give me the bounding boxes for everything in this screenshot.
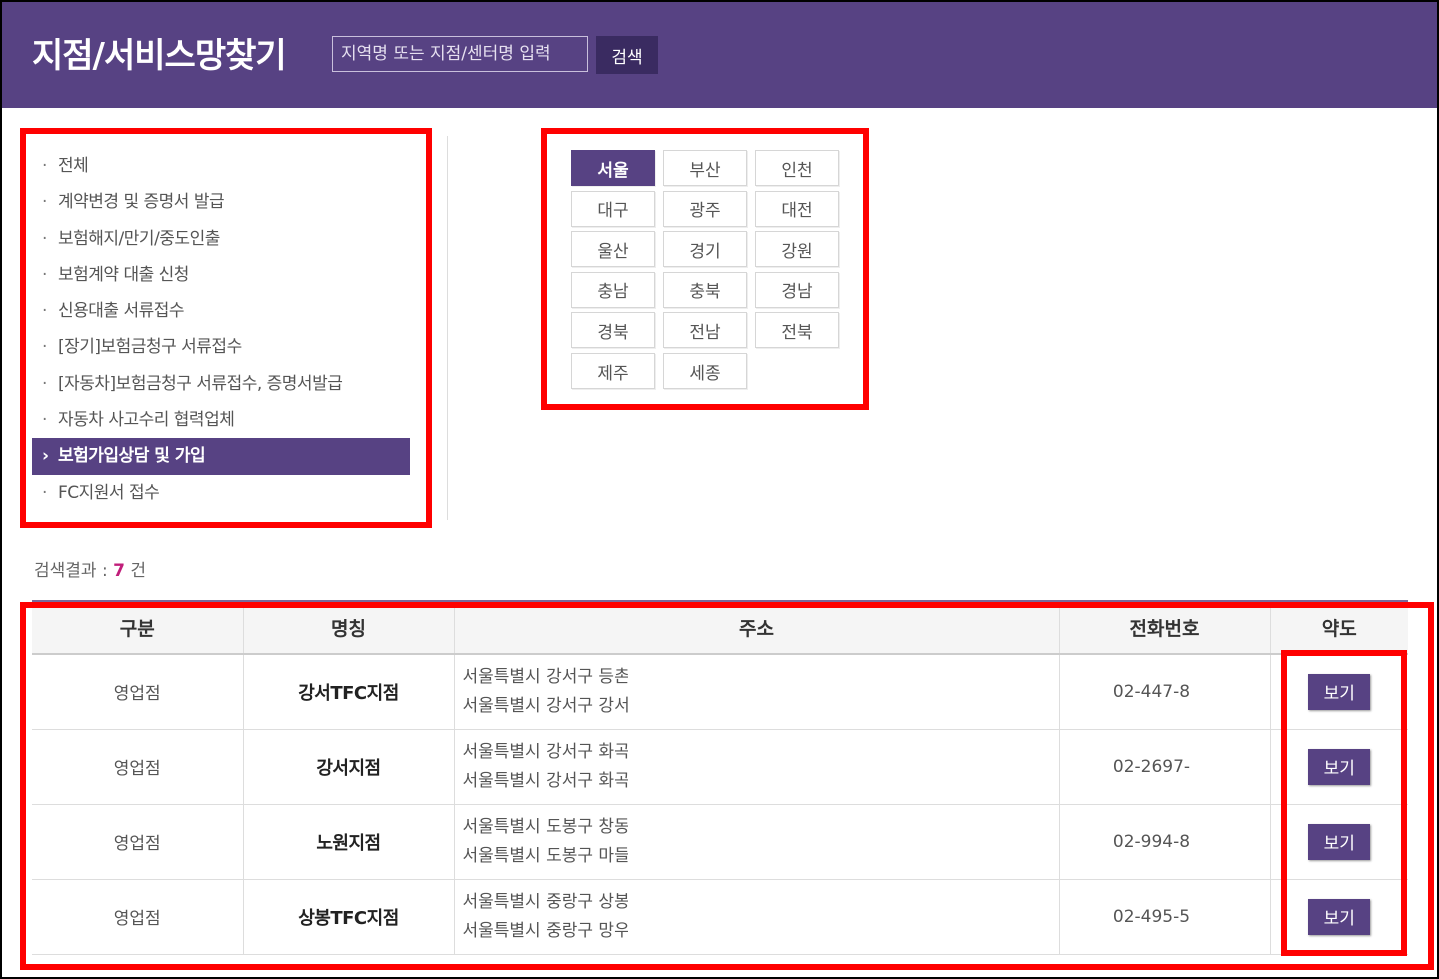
cell-type: 영업점: [32, 879, 243, 955]
category-item[interactable]: [자동차]보험금청구 서류접수, 증명서발급: [32, 366, 410, 402]
table-body: 영업점 강서TFC지점 서울특별시 강서구 등촌 서울특별시 강서구 강서 02-447…: [32, 654, 1408, 955]
cell-name: 노원지점: [242, 804, 454, 880]
cell-map: 보기: [1269, 879, 1408, 955]
region-button[interactable]: 강원: [755, 231, 839, 268]
cell-phone: 02-994-8: [1058, 804, 1270, 880]
category-list: 전체계약변경 및 증명서 발급보험해지/만기/중도인출보험계약 대출 신청신용대…: [32, 148, 410, 511]
map-view-button[interactable]: 보기: [1308, 898, 1371, 935]
category-item[interactable]: 보험계약 대출 신청: [32, 257, 410, 293]
region-button[interactable]: 경남: [755, 271, 839, 308]
region-button[interactable]: 광주: [663, 190, 747, 227]
table-row: 영업점 강서지점 서울특별시 강서구 화곡 서울특별시 강서구 화곡 02-2697- 보…: [32, 729, 1408, 805]
results-table: 구분 명칭 주소 전화번호 약도 영업점 강서TFC지점 서울특별시 강서구 등촌 서…: [32, 602, 1408, 955]
category-item[interactable]: FC지원서 접수: [32, 475, 410, 511]
result-number: 7: [113, 561, 125, 581]
address-line-2: 서울특별시 중랑구 망우: [462, 920, 628, 941]
search-button[interactable]: 검색: [596, 36, 658, 74]
cell-map: 보기: [1269, 654, 1408, 730]
header-type: 구분: [32, 602, 243, 655]
header-phone: 전화번호: [1058, 602, 1270, 655]
region-button[interactable]: 울산: [571, 231, 655, 268]
phone-number: 02-495-5: [1112, 906, 1191, 927]
category-item[interactable]: [장기]보험금청구 서류접수: [32, 329, 410, 365]
phone-number: 02-994-8: [1112, 831, 1191, 852]
cell-address: 서울특별시 강서구 등촌서울특별시 강서구 강서: [453, 654, 1059, 730]
divider: [447, 136, 448, 520]
cell-map: 보기: [1269, 804, 1408, 880]
cell-phone: 02-447-8: [1058, 654, 1270, 730]
category-item[interactable]: 계약변경 및 증명서 발급: [32, 184, 410, 220]
address-line-2: 서울특별시 도봉구 마들: [462, 845, 628, 866]
address-line-1: 서울특별시 강서구 화곡: [462, 741, 628, 762]
address-line-2: 서울특별시 강서구 화곡: [462, 770, 628, 791]
cell-type: 영업점: [32, 729, 243, 805]
region-button[interactable]: 제주: [571, 353, 655, 389]
header-name: 명칭: [242, 602, 454, 655]
address-line-1: 서울특별시 도봉구 창동: [462, 816, 628, 837]
region-button[interactable]: 대구: [571, 190, 655, 227]
region-button[interactable]: 대전: [755, 190, 839, 227]
phone-number: 02-447-8: [1112, 681, 1191, 702]
header-bar: 지점/서비스망찾기 검색: [2, 2, 1437, 108]
category-item[interactable]: 보험해지/만기/중도인출: [32, 221, 410, 257]
cell-phone: 02-495-5: [1058, 879, 1270, 955]
category-item[interactable]: 신용대출 서류접수: [32, 293, 410, 329]
region-button[interactable]: 전북: [755, 312, 839, 349]
cell-address: 서울특별시 도봉구 창동서울특별시 도봉구 마들: [453, 804, 1059, 880]
region-button[interactable]: 서울: [571, 150, 655, 186]
map-view-button[interactable]: 보기: [1308, 673, 1371, 710]
category-item[interactable]: 보험가입상담 및 가입: [32, 438, 410, 475]
address-line-1: 서울특별시 강서구 등촌: [462, 666, 628, 687]
header-map: 약도: [1269, 602, 1408, 655]
cell-map: 보기: [1269, 729, 1408, 805]
region-button[interactable]: 인천: [755, 150, 839, 186]
result-unit: 건: [124, 561, 146, 581]
result-label: 검색결과 :: [34, 561, 114, 581]
region-button[interactable]: 충북: [663, 271, 747, 308]
cell-name: 상봉TFC지점: [242, 879, 454, 955]
region-button[interactable]: 경북: [571, 312, 655, 349]
address-line-2: 서울특별시 강서구 강서: [462, 695, 628, 716]
cell-name: 강서지점: [242, 729, 454, 805]
category-item[interactable]: 자동차 사고수리 협력업체: [32, 402, 410, 438]
cell-address: 서울특별시 중랑구 상봉서울특별시 중랑구 망우: [453, 879, 1059, 955]
page: 지점/서비스망찾기 검색 전체계약변경 및 증명서 발급보험해지/만기/중도인출…: [2, 2, 1437, 977]
table-row: 영업점 노원지점 서울특별시 도봉구 창동 서울특별시 도봉구 마들 02-994-8 보…: [32, 804, 1408, 880]
region-button[interactable]: 충남: [571, 271, 655, 308]
table-row: 영업점 상봉TFC지점 서울특별시 중랑구 상봉 서울특별시 중랑구 망우 02-495…: [32, 879, 1408, 955]
cell-type: 영업점: [32, 804, 243, 880]
cell-name: 강서TFC지점: [242, 654, 454, 730]
header-address: 주소: [453, 602, 1059, 655]
address-line-1: 서울특별시 중랑구 상봉: [462, 891, 628, 912]
region-button[interactable]: 전남: [663, 312, 747, 349]
cell-type: 영업점: [32, 654, 243, 730]
map-view-button[interactable]: 보기: [1308, 748, 1371, 785]
search-input[interactable]: [332, 36, 588, 72]
region-button[interactable]: 부산: [663, 150, 747, 186]
region-button[interactable]: 경기: [663, 231, 747, 268]
region-button[interactable]: 세종: [663, 353, 747, 389]
map-view-button[interactable]: 보기: [1308, 823, 1371, 860]
cell-phone: 02-2697-: [1058, 729, 1270, 805]
page-title: 지점/서비스망찾기: [32, 36, 287, 76]
table-header-row: 구분 명칭 주소 전화번호 약도: [32, 602, 1408, 655]
cell-address: 서울특별시 강서구 화곡 서울특별시 강서구 화곡: [453, 729, 1059, 805]
result-count: 검색결과 : 7 건: [34, 556, 146, 581]
phone-number: 02-2697-: [1112, 756, 1191, 777]
table-row: 영업점 강서TFC지점 서울특별시 강서구 등촌 서울특별시 강서구 강서 02-447…: [32, 654, 1408, 730]
category-item[interactable]: 전체: [32, 148, 410, 184]
